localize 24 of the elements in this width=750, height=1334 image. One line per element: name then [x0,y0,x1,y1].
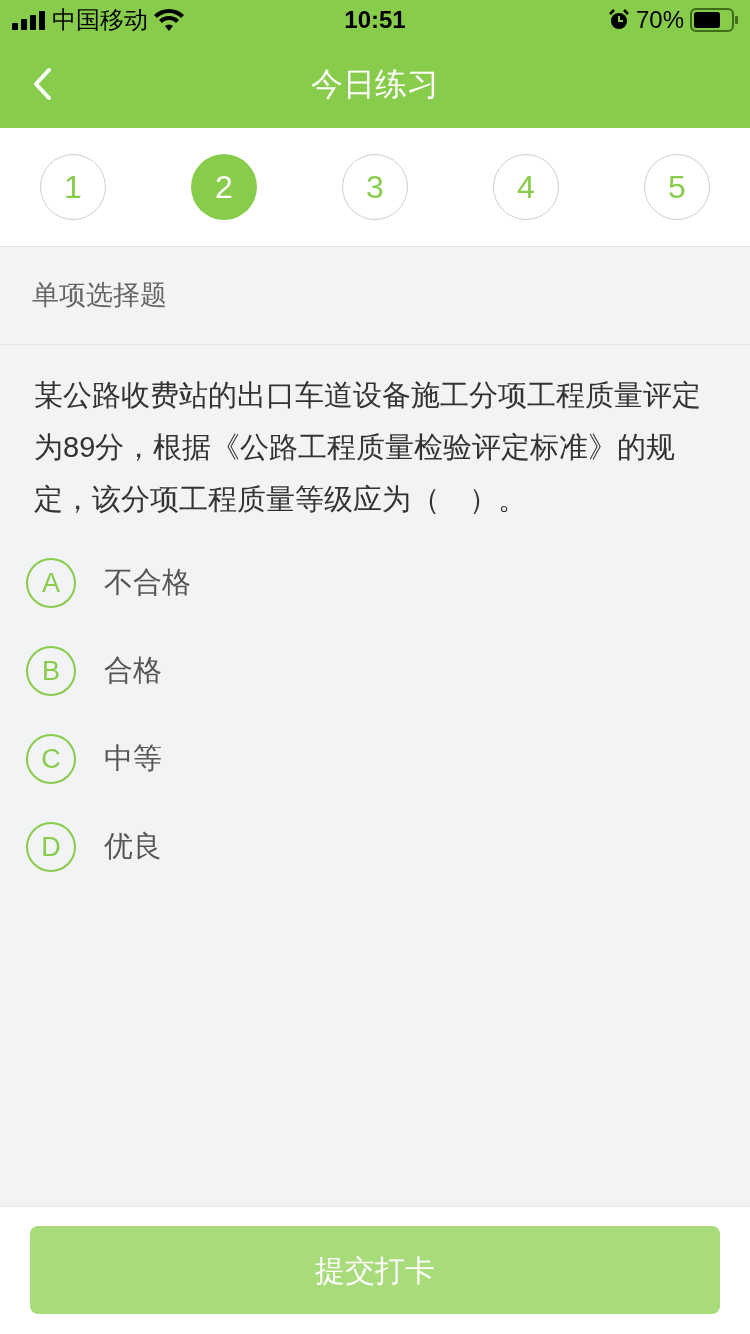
question-number-tab[interactable]: 3 [342,154,408,220]
option-text[interactable]: 中等 [104,737,162,781]
question-number-tab[interactable]: 4 [493,154,559,220]
option-letter[interactable]: A [26,558,76,608]
question-text: 某公路收费站的出口车道设备施工分项工程质量评定为89分，根据《公路工程质量检验评定标准》的规定，该分项工程质量等级应为（ ）。 [33,378,702,517]
question-number-tab[interactable]: 5 [644,154,710,220]
back-icon [32,67,52,101]
alarm-icon [607,9,630,31]
option-text[interactable]: 不合格 [104,561,191,605]
option-letter[interactable]: D [26,822,76,872]
carrier-name: 中国移动 [52,5,148,35]
option-letter[interactable]: B [26,646,76,696]
wifi-icon [154,9,184,31]
page-title: 今日练习 [311,65,439,104]
option-letter[interactable]: C [26,734,76,784]
option-text[interactable]: 合格 [104,649,162,693]
status-time: 10:51 [343,5,407,35]
question-number-tab[interactable]: 2 [191,154,257,220]
battery-percent: 70% [635,5,684,35]
signal-icon [12,10,46,30]
question-number-tab[interactable]: 1 [40,154,106,220]
question-type-label: 单项选择题 [32,279,167,313]
battery-icon [690,8,738,32]
option-text[interactable]: 优良 [104,825,162,869]
